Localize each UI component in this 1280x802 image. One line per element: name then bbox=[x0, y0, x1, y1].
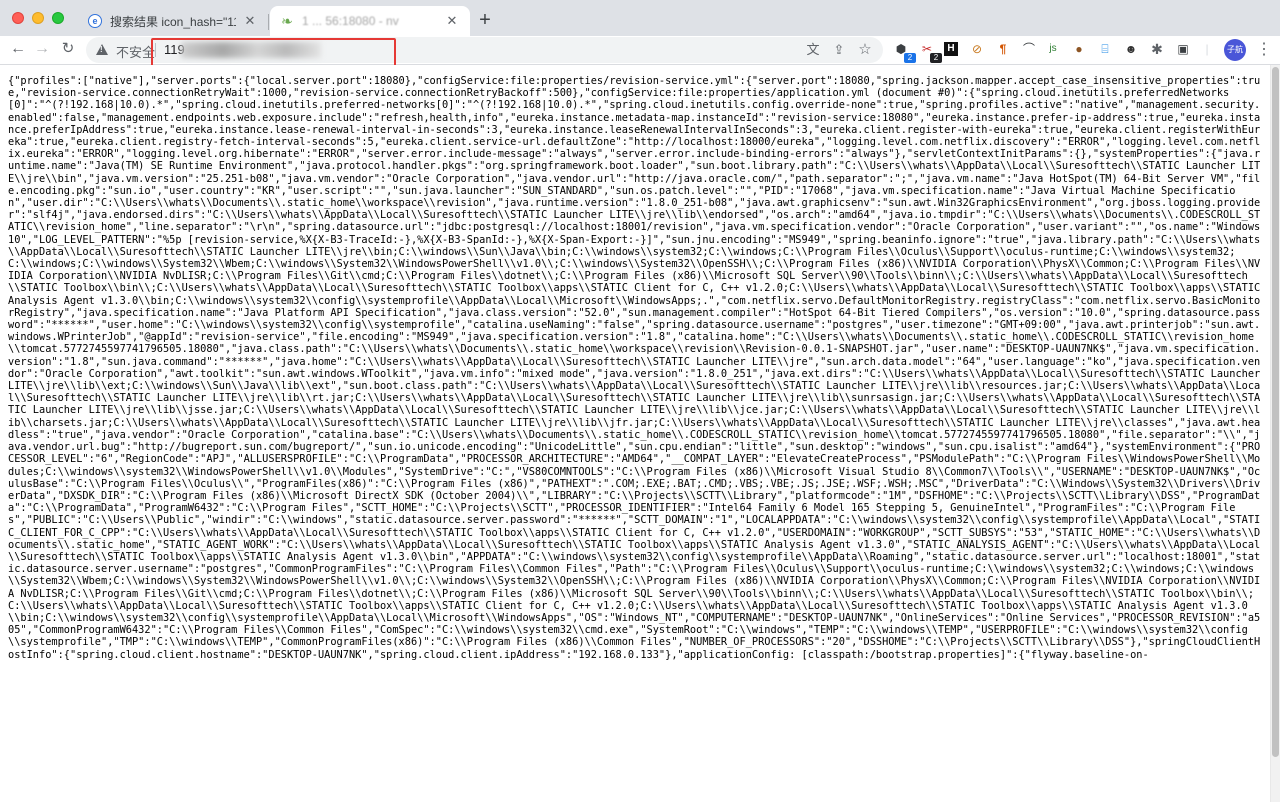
menu-icon[interactable]: ⋮ bbox=[1256, 39, 1272, 61]
tab-title: 搜索结果 icon_hash="1163238 bbox=[110, 14, 236, 29]
close-icon[interactable]: ✕ bbox=[242, 13, 258, 29]
vertical-scrollbar[interactable] bbox=[1270, 65, 1280, 802]
reload-button[interactable]: ↻ bbox=[58, 39, 78, 59]
window-zoom-button[interactable] bbox=[52, 12, 64, 24]
h-extension-icon[interactable]: H bbox=[944, 42, 958, 56]
toolbar-divider: | bbox=[1205, 42, 1209, 56]
hex-extension-icon[interactable]: ⬢ 2 bbox=[892, 40, 916, 63]
cookie-extension-icon[interactable]: ● bbox=[1070, 40, 1088, 58]
scissors-extension-icon[interactable]: ✂ 2 bbox=[918, 40, 942, 63]
extension-badge: 2 bbox=[904, 53, 916, 63]
red-highlight-box bbox=[151, 38, 396, 68]
cup-extension-icon[interactable]: ⌸ bbox=[1096, 40, 1114, 58]
window-close-button[interactable] bbox=[12, 12, 24, 24]
translate-icon[interactable]: 文 bbox=[804, 41, 822, 59]
share-icon[interactable]: ⇪ bbox=[830, 41, 848, 59]
leaf-icon: ❧ bbox=[281, 13, 293, 29]
tab-active[interactable]: ❧ 1 ... 56:18080 - nv ✕ bbox=[270, 6, 470, 36]
warning-icon[interactable] bbox=[96, 44, 108, 55]
js-extension-icon[interactable]: js bbox=[1044, 40, 1062, 58]
robot-extension-icon[interactable]: ☻ bbox=[1122, 40, 1140, 58]
tab-divider bbox=[268, 14, 269, 30]
window-minimize-button[interactable] bbox=[32, 12, 44, 24]
extension-badge: 2 bbox=[930, 53, 942, 63]
profile-avatar[interactable]: 子航 bbox=[1224, 39, 1246, 61]
tab-strip: e 搜索结果 icon_hash="1163238 ✕ ❧ 1 ... 56:1… bbox=[0, 0, 1280, 36]
sidepanel-icon[interactable]: ▣ bbox=[1174, 40, 1192, 58]
insecure-label[interactable]: 不安全 bbox=[116, 42, 155, 61]
page-content: {"profiles":["native"],"server.ports":{"… bbox=[0, 65, 1270, 802]
back-button[interactable]: ← bbox=[8, 39, 28, 59]
fofa-icon: e bbox=[88, 14, 102, 28]
json-response-text: {"profiles":["native"],"server.ports":{"… bbox=[8, 75, 1267, 661]
tab-search-results[interactable]: e 搜索结果 icon_hash="1163238 ✕ bbox=[78, 6, 268, 36]
forward-button[interactable]: → bbox=[32, 39, 52, 59]
new-tab-button[interactable]: + bbox=[474, 10, 496, 32]
tab-title: 1 ... 56:18080 - nv bbox=[302, 14, 399, 28]
bookmark-star-icon[interactable]: ☆ bbox=[856, 41, 874, 59]
scrollbar-thumb[interactable] bbox=[1272, 67, 1279, 757]
pilcrow-extension-icon[interactable]: ¶ bbox=[994, 40, 1012, 58]
hat-extension-icon[interactable]: ⌒ bbox=[1020, 40, 1038, 58]
puzzle-icon[interactable]: ✱ bbox=[1148, 40, 1166, 58]
close-icon[interactable]: ✕ bbox=[444, 13, 460, 29]
block-extension-icon[interactable]: ⊘ bbox=[968, 40, 986, 58]
